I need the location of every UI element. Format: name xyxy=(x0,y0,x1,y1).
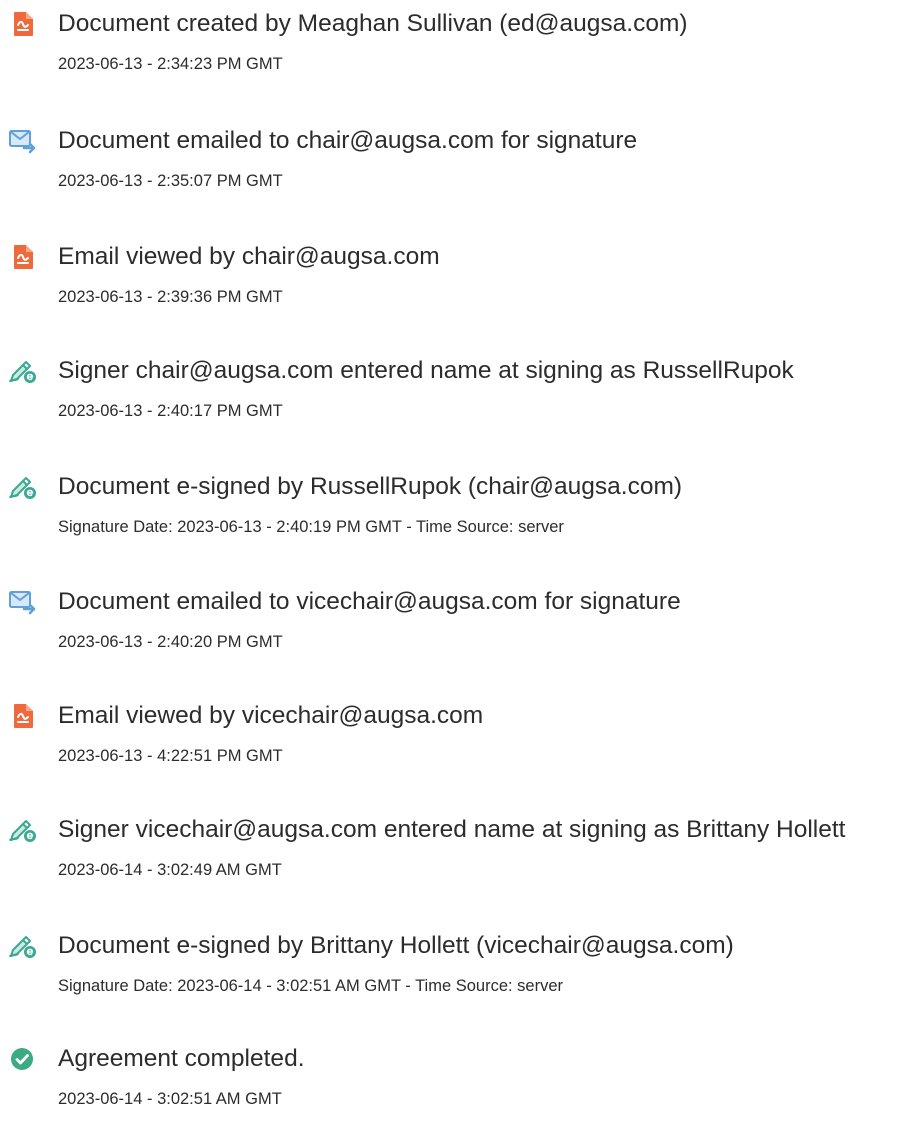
event-timestamp: 2023-06-13 - 2:35:07 PM GMT xyxy=(58,172,283,190)
event-title: Document e-signed by RussellRupok (chair… xyxy=(58,473,683,500)
event-signature-date: Signature Date: 2023-06-13 - 2:40:19 PM … xyxy=(58,518,564,536)
event-title: Email viewed by chair@augsa.com xyxy=(58,243,440,270)
signature-pen-icon xyxy=(8,356,38,386)
history-event: Email viewed by chair@augsa.com 2023-06-… xyxy=(0,242,918,332)
checkmark-circle-icon xyxy=(8,1044,38,1074)
document-icon xyxy=(8,9,38,39)
history-event: Document emailed to vicechair@augsa.com … xyxy=(0,587,918,677)
event-timestamp: 2023-06-14 - 3:02:51 AM GMT xyxy=(58,1090,282,1108)
event-timestamp: 2023-06-13 - 2:34:23 PM GMT xyxy=(58,55,283,73)
document-icon xyxy=(8,701,38,731)
history-event: Email viewed by vicechair@augsa.com 2023… xyxy=(0,701,918,791)
email-sent-icon xyxy=(8,126,38,156)
event-title: Agreement completed. xyxy=(58,1045,305,1072)
history-event: Document created by Meaghan Sullivan (ed… xyxy=(0,9,918,99)
event-title: Document created by Meaghan Sullivan (ed… xyxy=(58,10,688,37)
history-event: Agreement completed. 2023-06-14 - 3:02:5… xyxy=(0,1044,918,1134)
history-event: Document emailed to chair@augsa.com for … xyxy=(0,126,918,216)
event-signature-date: Signature Date: 2023-06-14 - 3:02:51 AM … xyxy=(58,977,564,995)
event-title: Document emailed to vicechair@augsa.com … xyxy=(58,588,681,615)
event-title: Signer chair@augsa.com entered name at s… xyxy=(58,357,794,384)
event-timestamp: 2023-06-13 - 2:40:20 PM GMT xyxy=(58,633,283,651)
history-event: Signer vicechair@augsa.com entered name … xyxy=(0,815,918,905)
event-timestamp: 2023-06-13 - 2:40:17 PM GMT xyxy=(58,402,283,420)
history-event: Document e-signed by Brittany Hollett (v… xyxy=(0,931,918,1021)
event-title: Document e-signed by Brittany Hollett (v… xyxy=(58,932,734,959)
event-timestamp: 2023-06-13 - 2:39:36 PM GMT xyxy=(58,288,283,306)
event-timestamp: 2023-06-14 - 3:02:49 AM GMT xyxy=(58,861,282,879)
document-icon xyxy=(8,242,38,272)
event-title: Document emailed to chair@augsa.com for … xyxy=(58,127,638,154)
email-sent-icon xyxy=(8,587,38,617)
history-event: Document e-signed by RussellRupok (chair… xyxy=(0,472,918,562)
history-event: Signer chair@augsa.com entered name at s… xyxy=(0,356,918,446)
event-title: Signer vicechair@augsa.com entered name … xyxy=(58,816,846,843)
signature-pen-icon xyxy=(8,472,38,502)
event-title: Email viewed by vicechair@augsa.com xyxy=(58,702,484,729)
signature-pen-icon xyxy=(8,815,38,845)
signature-pen-icon xyxy=(8,931,38,961)
event-timestamp: 2023-06-13 - 4:22:51 PM GMT xyxy=(58,747,283,765)
